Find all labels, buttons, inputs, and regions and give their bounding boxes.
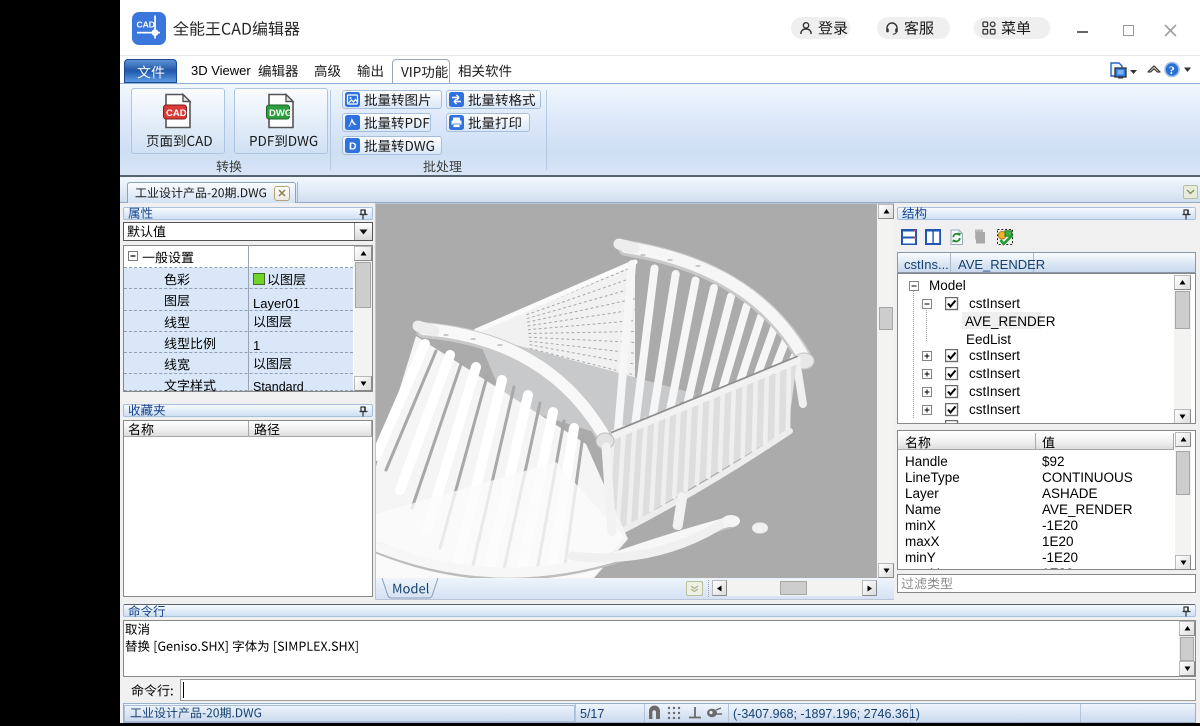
svg-text:DWG: DWG	[269, 108, 292, 119]
svg-text:?: ?	[1169, 63, 1175, 77]
svg-text:CAD: CAD	[137, 20, 155, 30]
svg-text:CAD: CAD	[166, 108, 187, 119]
svg-text:D: D	[349, 141, 357, 153]
